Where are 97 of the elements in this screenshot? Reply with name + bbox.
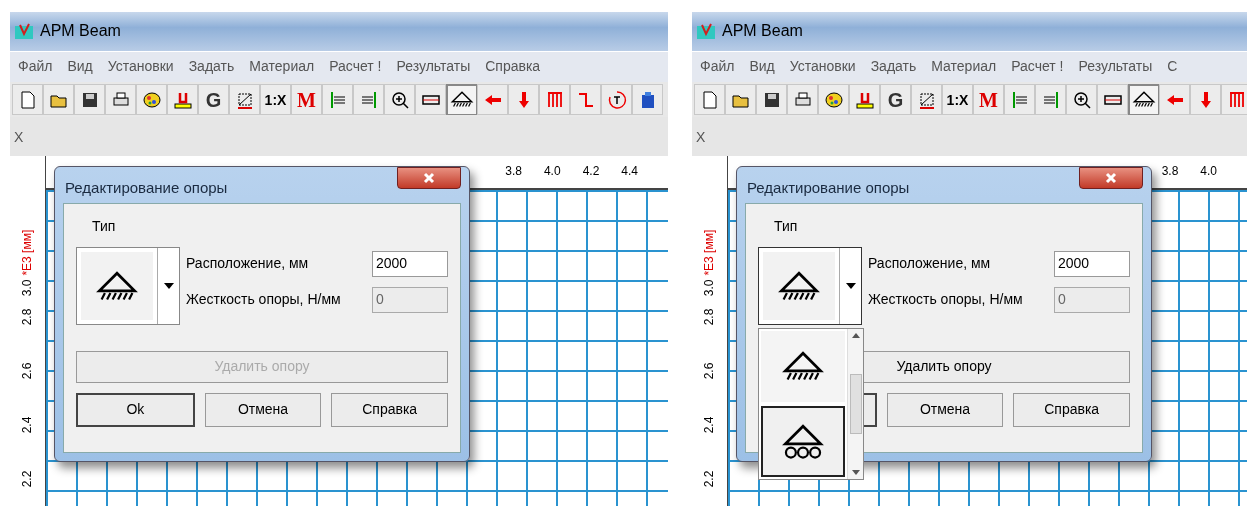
menu-item[interactable]: Результаты [396,56,471,78]
type-label: Тип [774,217,799,236]
toolbar-button[interactable]: 1:X [260,84,291,116]
toolbar-button[interactable]: G [198,84,229,116]
ruler-label: 4.0 [1200,163,1217,180]
scroll-down-icon [851,470,860,475]
menu-item[interactable]: Файл [18,56,53,78]
dropdown-option[interactable] [761,406,845,477]
toolbar-button[interactable]: M [291,84,322,116]
coordinate-label: X [696,128,706,147]
dropdown-option[interactable] [761,331,845,402]
close-icon [1105,172,1117,184]
coordinate-label: X [14,128,24,147]
close-button[interactable] [397,167,461,189]
zoom-in-icon [389,89,410,110]
app-icon [14,22,34,41]
toolbar-button[interactable] [446,84,477,116]
ruler-label: 2.8 [701,308,718,326]
pinned-support-icon [781,351,825,382]
zoom-in-icon [1071,89,1092,110]
palette-icon [823,89,844,110]
palette-icon [141,89,162,110]
toolbar-button[interactable] [384,84,415,116]
toolbar-button[interactable] [601,84,632,116]
scroll-up-icon [851,333,860,338]
menu-item[interactable]: Расчет ! [1011,56,1064,78]
ruler-label: 2.4 [19,416,36,434]
dialog-button[interactable]: Ok [76,393,195,427]
dialog-title: Редактирование опоры [65,178,228,198]
type-label: Тип [92,217,117,236]
scrollbar[interactable] [847,329,863,479]
ruler-label: 2.6 [19,362,36,380]
toolbar-button[interactable] [1066,84,1097,116]
ruler-label: 4.2 [582,163,600,180]
support-type-dropdown[interactable] [76,247,180,325]
input-field[interactable]: 2000 [1054,251,1130,277]
dialog-button[interactable]: Отмена [204,393,322,427]
caret-icon [163,283,174,289]
menu-item[interactable]: Файл [700,56,735,78]
toolbar-button[interactable] [136,84,167,116]
dialog-button[interactable]: Отмена [886,393,1004,427]
menu-item[interactable]: Установки [107,56,174,78]
window-title: APM Beam [40,21,121,42]
menu-item[interactable]: Справка [485,56,541,78]
pinned-support-icon [95,270,139,302]
toolbar-button[interactable]: M [973,84,1004,116]
toolbar-button[interactable] [74,84,105,116]
toolbar-button[interactable] [1128,84,1159,116]
pinned-support-icon [1131,91,1156,108]
ruler-label: 4.4 [621,163,638,180]
close-icon [423,172,435,184]
ruler-label: 2.2 [19,470,36,488]
ruler-label: 2.2 [701,470,718,488]
input-field[interactable]: 2000 [372,251,448,277]
toolbar-button[interactable] [632,84,663,116]
ruler-label: 2.6 [701,362,718,380]
menu-item[interactable]: Вид [749,56,775,78]
window-title: APM Beam [722,21,803,42]
field-label: Жесткость опоры, Н/мм [186,290,341,310]
toolbar-button[interactable]: G [880,84,911,116]
menu-item[interactable]: Расчет ! [329,56,382,78]
menu-item[interactable]: Материал [249,56,315,78]
caret-icon [845,283,856,289]
dialog-title: Редактирование опоры [747,178,910,198]
close-button[interactable] [1079,167,1143,189]
menu-item[interactable]: Вид [67,56,93,78]
dialog-button[interactable]: Справка [331,393,448,427]
menu-item[interactable]: Задать [188,56,235,78]
roller-support-icon [781,423,825,460]
toolbar-button[interactable] [415,84,446,116]
ruler-label: 3.8 [505,163,522,180]
menu-item[interactable]: С [1167,56,1178,78]
app-icon [696,22,716,41]
field-label: Расположение, мм [186,254,309,274]
menu-item[interactable]: Материал [931,56,997,78]
ruler-unit: *E3 [мм] [701,229,718,276]
ruler-label: 2.8 [19,308,36,326]
ruler-label: 4.0 [543,163,561,180]
ruler-label: 3.8 [1161,163,1179,180]
toolbar-button[interactable] [1097,84,1128,116]
pinned-support-icon [777,270,821,302]
support-type-dropdown[interactable] [758,247,862,325]
menu-item[interactable]: Установки [789,56,856,78]
menu-item[interactable]: Задать [870,56,917,78]
toolbar-button[interactable]: 1:X [942,84,973,116]
ruler-label: 2.4 [701,416,718,434]
field-label: Жесткость опоры, Н/мм [868,290,1023,310]
ruler-label: 3.0 [19,279,36,297]
ruler-label: 3.0 [701,279,718,297]
dialog-button[interactable]: Справка [1013,393,1130,427]
toolbar-button[interactable] [818,84,849,116]
torque-icon [606,89,627,110]
pinned-support-icon [449,91,474,108]
toolbar-button[interactable] [756,84,787,116]
ruler-unit: *E3 [мм] [19,229,36,276]
field-label: Расположение, мм [868,254,991,274]
menu-item[interactable]: Результаты [1078,56,1153,78]
